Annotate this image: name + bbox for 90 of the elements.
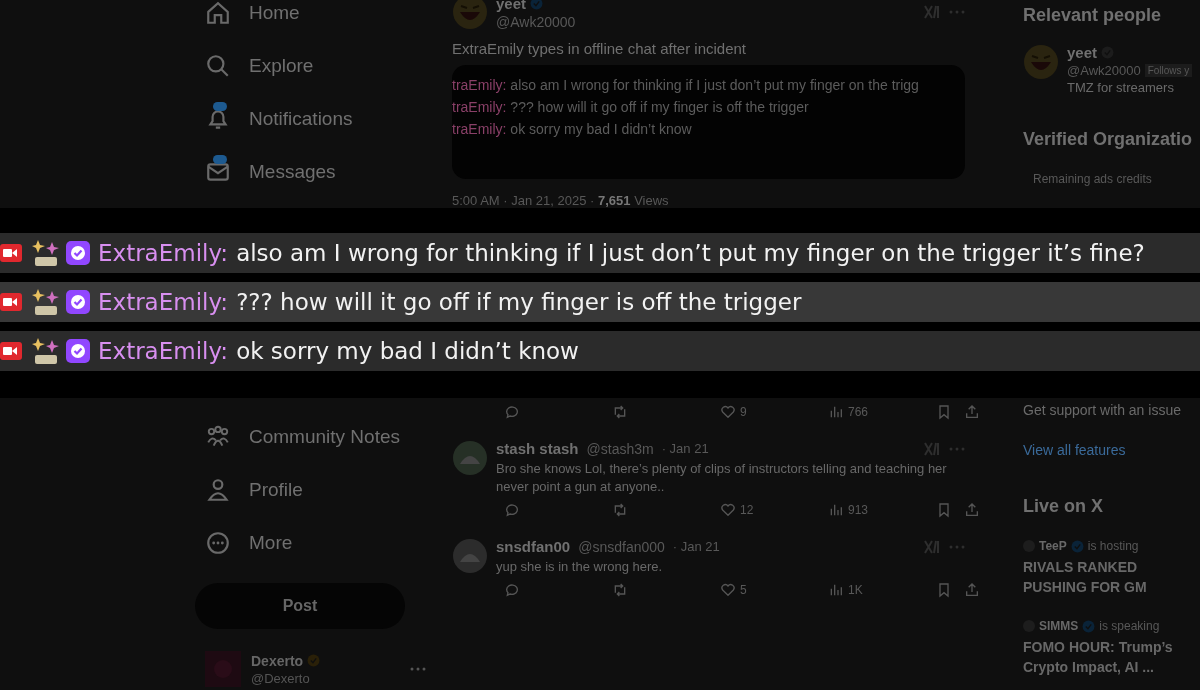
bookmark-icon[interactable]: [936, 502, 952, 518]
author-handle: @Awk20000: [496, 13, 576, 30]
camera-icon: [0, 242, 22, 264]
chat-username: ExtraEmily:: [98, 289, 229, 315]
reply-icon[interactable]: [504, 502, 520, 518]
repost-icon[interactable]: [612, 582, 628, 598]
emote-icon: [32, 238, 60, 268]
nav-item[interactable]: More: [195, 516, 440, 569]
view-all-link[interactable]: View all features: [1023, 442, 1200, 458]
verified-icon: [1082, 619, 1096, 633]
views-icon[interactable]: [828, 582, 844, 598]
emote-icon: [32, 287, 60, 317]
live-title[interactable]: FOMO HOUR: Trump’s Crypto Impact, AI ...: [1023, 637, 1200, 677]
view-count: 1K: [848, 583, 863, 597]
more-icon: [205, 529, 231, 556]
bookmark-icon[interactable]: [936, 404, 952, 420]
more-icon[interactable]: [410, 667, 427, 671]
chat-message: also am I wrong for thinking if I just don’t put my finger on the trigger it’s fine?: [236, 240, 1145, 266]
share-icon[interactable]: [964, 502, 980, 518]
person-name: yeet: [1067, 44, 1098, 61]
person-handle: @Awk20000: [1067, 63, 1141, 78]
bookmark-icon[interactable]: [936, 582, 952, 598]
person-bio: TMZ for streamers: [1067, 80, 1175, 95]
post-meta: 5:00 AM · Jan 21, 2025 · 7,651 Views: [452, 193, 670, 208]
chat-message: ??? how will it go off if my finger is off the trigger: [236, 289, 802, 315]
reply-author: stash stash: [496, 440, 579, 457]
home-icon: [205, 0, 231, 26]
reply-date: · Jan 21: [661, 441, 709, 456]
avatar[interactable]: [452, 440, 488, 476]
post-text: ExtraEmily types in offline chat after incident: [452, 40, 748, 57]
heart-icon[interactable]: [720, 582, 736, 598]
host-status: is speaking: [1099, 619, 1160, 633]
ads-credits-label: Remaining ads credits: [1032, 172, 1153, 186]
chat-line: traEmily: ??? how will it go off if my finger is off the trigger: [452, 99, 810, 115]
view-count: 766: [848, 405, 869, 419]
views-icon[interactable]: [828, 502, 844, 518]
emote-icon: [32, 336, 60, 366]
nav-item[interactable]: Explore: [195, 39, 440, 92]
support-link[interactable]: Get support with an issue: [1023, 402, 1200, 418]
host-name: SIMMS: [1039, 619, 1079, 633]
chat-username: ExtraEmily:: [98, 240, 229, 266]
person-icon: [205, 476, 231, 503]
section-title: Live on X: [1023, 496, 1104, 517]
like-count: 5: [740, 583, 747, 597]
reply-author: snsdfan00: [496, 538, 571, 555]
camera-icon: [0, 340, 22, 362]
views-icon[interactable]: [828, 404, 844, 420]
host-name: TeeP: [1039, 539, 1067, 553]
avatar[interactable]: [452, 538, 488, 574]
nav-item[interactable]: Notifications: [195, 92, 440, 145]
nav-item[interactable]: Home: [195, 0, 440, 39]
verified-icon: [66, 339, 90, 363]
repost-icon[interactable]: [612, 404, 628, 420]
reply-text: Bro she knows Lol, there’s plenty of clips of instructors telling and teaching her never point a gun at anyone..: [496, 460, 948, 496]
reply-handle: @snsdfan000: [578, 538, 665, 555]
heart-icon[interactable]: [720, 502, 736, 518]
reply-icon[interactable]: [504, 582, 520, 598]
verified-icon: [307, 654, 321, 667]
nav-item[interactable]: Messages: [195, 145, 440, 198]
verified-icon: [66, 241, 90, 265]
section-title: Verified Organizatio: [1023, 129, 1194, 150]
reply-handle: @stash3m: [586, 440, 654, 457]
chat-line: traEmily: also am I wrong for thinking if I just don’t put my finger on the trigg: [452, 77, 920, 93]
reply-text: yup she is in the wrong here.: [496, 558, 664, 576]
more-icon[interactable]: [949, 544, 965, 549]
camera-icon: [0, 291, 22, 313]
view-count: 913: [848, 503, 869, 517]
account-handle: @Dexerto: [251, 670, 311, 686]
search-icon: [205, 52, 231, 79]
live-title[interactable]: RIVALS RANKED PUSHING FOR GM: [1023, 557, 1200, 597]
chat-username: ExtraEmily:: [98, 338, 229, 364]
chat-message: ok sorry my bad I didn’t know: [236, 338, 579, 364]
like-count: 12: [740, 503, 754, 517]
like-count: 9: [740, 405, 747, 419]
nav-item[interactable]: Profile: [195, 463, 440, 516]
reply-date: · Jan 21: [672, 539, 720, 554]
post-button[interactable]: Post: [195, 583, 405, 629]
chat-line: traEmily: ok sorry my bad I didn’t know: [452, 121, 693, 137]
verified-icon: [66, 290, 90, 314]
host-status: is hosting: [1087, 539, 1139, 553]
account-name: Dexerto: [251, 652, 304, 669]
repost-icon[interactable]: [612, 502, 628, 518]
section-title: Relevant people: [1023, 5, 1163, 26]
heart-icon[interactable]: [720, 404, 736, 420]
more-icon[interactable]: [949, 446, 965, 451]
share-icon[interactable]: [964, 404, 980, 420]
nav-item[interactable]: Community Notes: [195, 410, 440, 463]
verified-icon: [1070, 539, 1084, 553]
share-icon[interactable]: [964, 582, 980, 598]
reply-icon[interactable]: [504, 404, 520, 420]
